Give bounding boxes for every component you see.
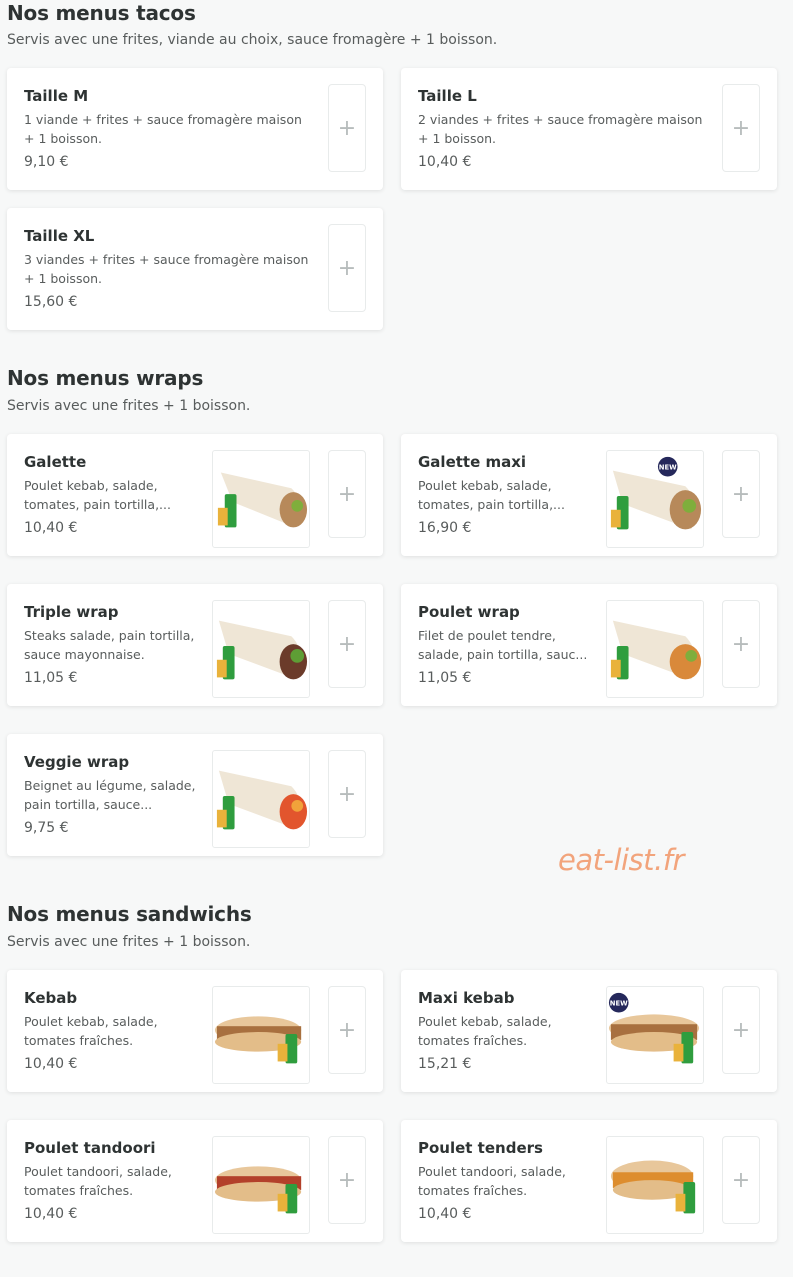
watermark: eat-list.fr	[558, 843, 684, 877]
menu-item-card[interactable]: Maxi kebab Poulet kebab, salade, tomates…	[401, 970, 777, 1092]
add-to-cart-button[interactable]: +	[722, 450, 760, 538]
menu-item-card[interactable]: Veggie wrap Beignet au légume, salade, p…	[7, 734, 383, 856]
plus-icon: +	[337, 115, 357, 141]
item-price: 9,10 €	[24, 154, 69, 170]
add-to-cart-button[interactable]: +	[328, 224, 366, 312]
section-title: Nos menus wraps	[7, 366, 204, 390]
menu-item-card[interactable]: Poulet tenders Poulet tandoori, salade, …	[401, 1120, 777, 1242]
section-subtitle: Servis avec une frites + 1 boisson.	[7, 398, 251, 414]
item-photo: NEW	[606, 450, 704, 548]
item-price: 9,75 €	[24, 820, 69, 836]
menu-item-card[interactable]: Triple wrap Steaks salade, pain tortilla…	[7, 584, 383, 706]
item-photo	[212, 750, 310, 848]
item-photo: NEW	[606, 986, 704, 1084]
add-to-cart-button[interactable]: +	[328, 84, 366, 172]
item-price: 10,40 €	[24, 1206, 78, 1222]
plus-icon: +	[731, 1167, 751, 1193]
plus-icon: +	[337, 1017, 357, 1043]
item-name: Galette	[24, 453, 87, 471]
section-title: Nos menus sandwichs	[7, 902, 252, 926]
add-to-cart-button[interactable]: +	[328, 986, 366, 1074]
item-name: Maxi kebab	[418, 989, 515, 1007]
plus-icon: +	[731, 631, 751, 657]
add-to-cart-button[interactable]: +	[328, 750, 366, 838]
item-description: Poulet kebab, salade, tomates fraîches.	[24, 1014, 158, 1048]
add-to-cart-button[interactable]: +	[328, 1136, 366, 1224]
plus-icon: +	[731, 115, 751, 141]
plus-icon: +	[337, 781, 357, 807]
item-name: Kebab	[24, 989, 78, 1007]
item-description: Poulet tandoori, salade, tomates fraîche…	[24, 1164, 172, 1198]
item-name: Veggie wrap	[24, 753, 130, 771]
item-name: Poulet wrap	[418, 603, 520, 621]
item-name: Poulet tenders	[418, 1139, 543, 1157]
section-subtitle: Servis avec une frites, viande au choix,…	[7, 32, 498, 48]
add-to-cart-button[interactable]: +	[722, 1136, 760, 1224]
item-price: 11,05 €	[418, 670, 472, 686]
item-description: 2 viandes + frites + sauce fromagère mai…	[418, 112, 703, 146]
plus-icon: +	[337, 1167, 357, 1193]
item-price: 10,40 €	[418, 154, 472, 170]
item-photo	[212, 1136, 310, 1234]
plus-icon: +	[731, 1017, 751, 1043]
item-price: 15,60 €	[24, 294, 78, 310]
item-price: 10,40 €	[24, 1056, 78, 1072]
item-description: Steaks salade, pain tortilla, sauce mayo…	[24, 628, 195, 662]
item-name: Galette maxi	[418, 453, 527, 471]
item-price: 10,40 €	[418, 1206, 472, 1222]
item-name: Triple wrap	[24, 603, 119, 621]
section-title: Nos menus tacos	[7, 1, 196, 25]
plus-icon: +	[337, 631, 357, 657]
item-name: Poulet tandoori	[24, 1139, 156, 1157]
item-name: Taille XL	[24, 227, 95, 245]
new-badge: NEW	[610, 1000, 628, 1008]
item-description: Poulet kebab, salade, tomates fraîches.	[418, 1014, 552, 1048]
section-subtitle: Servis avec une frites + 1 boisson.	[7, 934, 251, 950]
menu-item-card[interactable]: Taille XL 3 viandes + frites + sauce fro…	[7, 208, 383, 330]
add-to-cart-button[interactable]: +	[722, 986, 760, 1074]
item-price: 16,90 €	[418, 520, 472, 536]
item-description: Poulet kebab, salade, tomates, pain tort…	[24, 478, 171, 512]
item-description: Poulet kebab, salade, tomates, pain tort…	[418, 478, 565, 512]
menu-item-card[interactable]: Poulet wrap Filet de poulet tendre, sala…	[401, 584, 777, 706]
item-price: 15,21 €	[418, 1056, 472, 1072]
menu-item-card[interactable]: Taille M 1 viande + frites + sauce froma…	[7, 68, 383, 190]
item-photo	[212, 600, 310, 698]
item-price: 10,40 €	[24, 520, 78, 536]
item-photo	[606, 600, 704, 698]
menu-item-card[interactable]: Taille L 2 viandes + frites + sauce from…	[401, 68, 777, 190]
add-to-cart-button[interactable]: +	[328, 450, 366, 538]
menu-item-card[interactable]: Kebab Poulet kebab, salade, tomates fraî…	[7, 970, 383, 1092]
item-photo	[212, 986, 310, 1084]
item-description: Poulet tandoori, salade, tomates fraîche…	[418, 1164, 566, 1198]
plus-icon: +	[337, 255, 357, 281]
add-to-cart-button[interactable]: +	[722, 84, 760, 172]
item-name: Taille M	[24, 87, 89, 105]
add-to-cart-button[interactable]: +	[328, 600, 366, 688]
item-description: 3 viandes + frites + sauce fromagère mai…	[24, 252, 309, 286]
item-photo	[606, 1136, 704, 1234]
menu-item-card[interactable]: Galette maxi Poulet kebab, salade, tomat…	[401, 434, 777, 556]
menu-item-card[interactable]: Galette Poulet kebab, salade, tomates, p…	[7, 434, 383, 556]
item-photo	[212, 450, 310, 548]
plus-icon: +	[731, 481, 751, 507]
item-description: 1 viande + frites + sauce fromagère mais…	[24, 112, 302, 146]
item-price: 11,05 €	[24, 670, 78, 686]
new-badge: NEW	[659, 464, 677, 472]
item-description: Filet de poulet tendre, salade, pain tor…	[418, 628, 588, 662]
plus-icon: +	[337, 481, 357, 507]
menu-item-card[interactable]: Poulet tandoori Poulet tandoori, salade,…	[7, 1120, 383, 1242]
item-name: Taille L	[418, 87, 477, 105]
add-to-cart-button[interactable]: +	[722, 600, 760, 688]
item-description: Beignet au légume, salade, pain tortilla…	[24, 778, 196, 812]
